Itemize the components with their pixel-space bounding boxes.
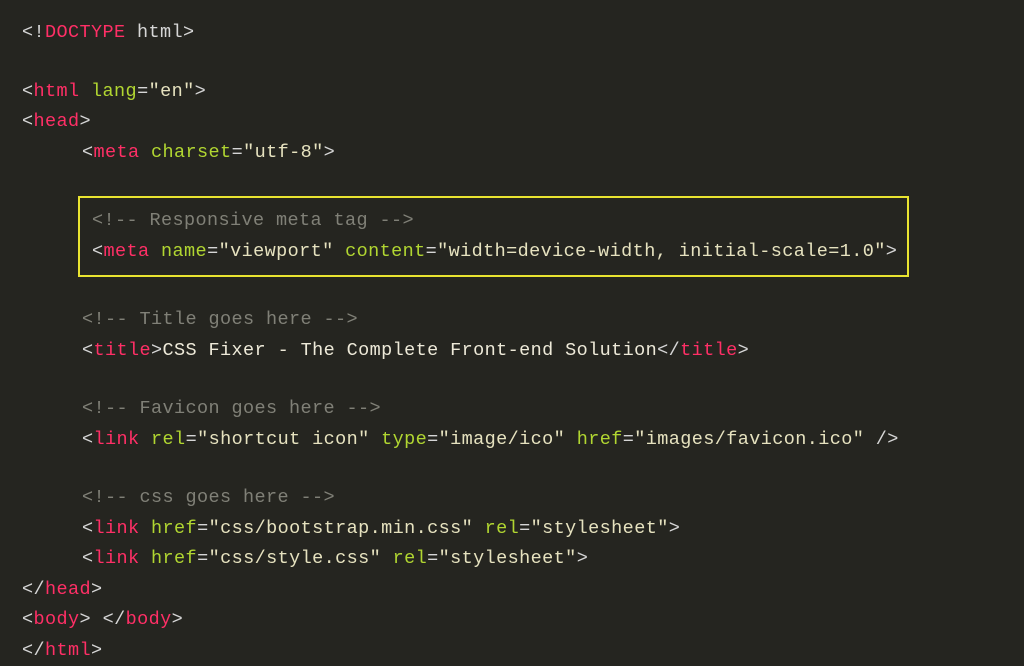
blank-line [22,49,1002,77]
line-comment-css: <!-- css goes here --> [82,483,1002,514]
line-html-open: <html lang="en"> [22,77,1002,108]
line-link-bootstrap: <link href="css/bootstrap.min.css" rel="… [82,514,1002,545]
blank-line [22,366,1002,394]
line-link-style: <link href="css/style.css" rel="styleshe… [82,544,1002,575]
line-html-close: </html> [22,636,1002,666]
line-head-close: </head> [22,575,1002,606]
highlighted-block: <!-- Responsive meta tag --> <meta name=… [78,196,909,277]
line-body: <body> </body> [22,605,1002,636]
line-doctype: <!DOCTYPE html> [22,18,1002,49]
line-meta-charset: <meta charset="utf-8"> [82,138,1002,169]
line-meta-viewport: <meta name="viewport" content="width=dev… [92,237,897,268]
line-comment-title: <!-- Title goes here --> [82,305,1002,336]
line-comment-favicon: <!-- Favicon goes here --> [82,394,1002,425]
line-comment-responsive: <!-- Responsive meta tag --> [92,206,897,237]
code-editor: <!DOCTYPE html> <html lang="en"> <head> … [22,18,1002,666]
blank-line [22,277,1002,305]
blank-line [22,168,1002,196]
line-title: <title>CSS Fixer - The Complete Front-en… [82,336,1002,367]
line-link-favicon: <link rel="shortcut icon" type="image/ic… [82,425,1002,456]
line-head-open: <head> [22,107,1002,138]
blank-line [22,455,1002,483]
